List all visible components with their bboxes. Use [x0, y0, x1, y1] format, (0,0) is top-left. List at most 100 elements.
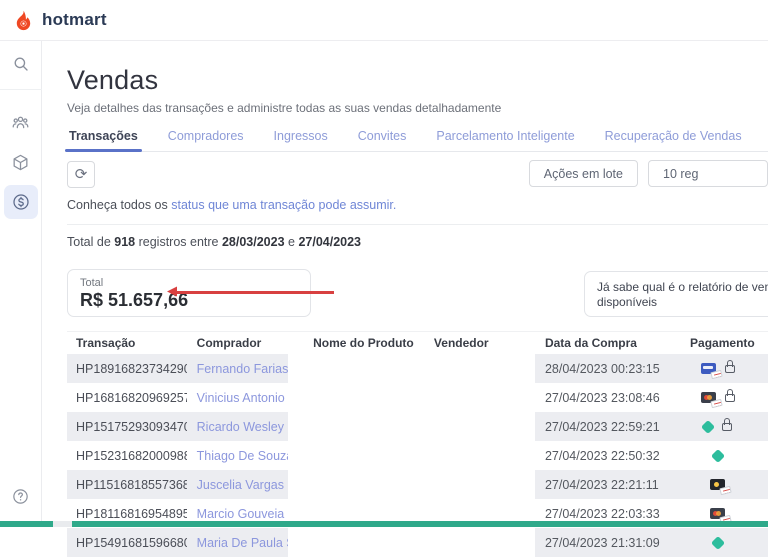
tab-convites[interactable]: Convites — [356, 125, 409, 151]
sidebar — [0, 41, 42, 527]
product-cell — [288, 528, 419, 557]
col-header-produto: Nome do Produto — [288, 332, 419, 354]
boleto-icon — [719, 486, 731, 495]
table-header-row: Transação Comprador Nome do Produto Vend… — [67, 331, 768, 354]
col-header-pagamento: Pagamento — [670, 332, 768, 354]
purchase-date: 27/04/2023 22:50:32 — [535, 441, 670, 470]
page-subtitle: Veja detalhes das transações e administr… — [67, 101, 768, 115]
transaction-id: HP16816820969257 — [67, 383, 187, 412]
lock-icon — [725, 365, 735, 373]
seller-cell — [419, 528, 535, 557]
report-promo-card[interactable]: Já sabe qual é o relatório de vendas ide… — [584, 271, 768, 317]
transaction-id: HP11516818557368 — [67, 470, 187, 499]
per-page-dropdown[interactable]: 10 reg — [648, 160, 768, 187]
hotmart-logo[interactable]: hotmart — [12, 9, 107, 32]
buyer-link[interactable]: Maria De Paula Santos — [197, 536, 288, 550]
col-header-data: Data da Compra — [535, 332, 670, 354]
question-circle-icon — [11, 487, 30, 506]
sidebar-item-search[interactable] — [4, 47, 38, 81]
tab-recuperacao[interactable]: Recuperação de Vendas — [603, 125, 744, 151]
buyer-link[interactable]: Juscelia Vargas Garcia — [197, 478, 288, 492]
tab-ingressos[interactable]: Ingressos — [272, 125, 330, 151]
sidebar-item-help[interactable] — [4, 479, 38, 513]
boleto-icon — [710, 370, 722, 379]
transaction-id: HP18916823734290 — [67, 354, 187, 383]
seller-cell — [419, 470, 535, 499]
status-help-prefix: Conheça todos os — [67, 198, 171, 212]
tab-compradores[interactable]: Compradores — [166, 125, 246, 151]
purchase-date: 27/04/2023 22:59:21 — [535, 412, 670, 441]
cube-icon — [11, 153, 30, 172]
pix-icon — [701, 419, 715, 433]
buyer-link[interactable]: Thiago De Souza Brito — [197, 449, 288, 463]
product-cell — [288, 441, 419, 470]
summary-count: 918 — [114, 235, 135, 249]
divider — [67, 224, 768, 225]
summary-prefix: Total de — [67, 235, 114, 249]
status-link[interactable]: status que uma transação pode assumir. — [171, 198, 396, 212]
lock-icon — [722, 423, 732, 431]
product-cell — [288, 354, 419, 383]
table-row[interactable]: HP154916815966803 Maria De Paula Santos … — [67, 528, 768, 557]
summary-connector: e — [285, 235, 299, 249]
records-summary: Total de 918 registros entre 28/03/2023 … — [67, 235, 768, 249]
sidebar-divider — [0, 89, 42, 90]
flame-icon — [12, 9, 35, 32]
tab-parcelamento[interactable]: Parcelamento Inteligente — [434, 125, 576, 151]
dollar-circle-icon — [11, 192, 31, 212]
lock-icon — [725, 394, 735, 402]
brand-name: hotmart — [42, 10, 107, 30]
topbar: hotmart — [0, 0, 768, 41]
refresh-button[interactable]: ⟳ — [67, 161, 95, 188]
status-help-line: Conheça todos os status que uma transaçã… — [67, 198, 768, 212]
buyer-link[interactable]: Fernando Farias — [197, 362, 288, 376]
purchase-date: 27/04/2023 23:08:46 — [535, 383, 670, 412]
cards-row: Total R$ 51.657,66 Já sabe qual é o rela… — [67, 269, 768, 317]
table-row[interactable]: HP152316820009888 Thiago De Souza Brito … — [67, 441, 768, 470]
table-row[interactable]: HP16816820969257 Vinicius Antonio Godoy … — [67, 383, 768, 412]
table-row[interactable]: HP151752930934704 Ricardo Wesley Souza 2… — [67, 412, 768, 441]
col-header-comprador: Comprador — [187, 332, 288, 354]
summary-start-date: 28/03/2023 — [222, 235, 285, 249]
table-row[interactable]: HP18916823734290 Fernando Farias 28/04/2… — [67, 354, 768, 383]
sidebar-item-sales[interactable] — [4, 185, 38, 219]
purchase-date: 27/04/2023 21:31:09 — [535, 528, 670, 557]
pix-icon — [710, 448, 724, 462]
seller-cell — [419, 441, 535, 470]
seller-cell — [419, 383, 535, 412]
red-arrow-annotation — [171, 291, 334, 294]
table-row[interactable]: HP11516818557368 Juscelia Vargas Garcia … — [67, 470, 768, 499]
transaction-id: HP151752930934704 — [67, 412, 187, 441]
tab-bar: Transações Compradores Ingressos Convite… — [67, 125, 768, 152]
card-mastercard-icon — [710, 508, 725, 519]
search-icon — [12, 55, 30, 73]
sidebar-item-products[interactable] — [4, 145, 38, 179]
summary-end-date: 27/04/2023 — [298, 235, 361, 249]
transaction-id: HP152316820009888 — [67, 441, 187, 470]
buyer-link[interactable]: Vinicius Antonio Godoy — [197, 391, 288, 405]
buyer-link[interactable]: Marcio Gouveia — [197, 507, 285, 521]
scrollbar-thumb[interactable] — [72, 521, 768, 527]
seller-cell — [419, 412, 535, 441]
seller-cell — [419, 354, 535, 383]
purchase-date: 27/04/2023 22:21:11 — [535, 470, 670, 499]
sidebar-item-audience[interactable] — [4, 105, 38, 139]
card-elo-icon — [710, 479, 725, 490]
transaction-id: HP154916815966803 — [67, 528, 187, 557]
summary-middle: registros entre — [135, 235, 222, 249]
purchase-date: 28/04/2023 00:23:15 — [535, 354, 670, 383]
scrollbar-thumb[interactable] — [0, 521, 53, 527]
product-cell — [288, 412, 419, 441]
bulk-actions-button[interactable]: Ações em lote — [529, 160, 638, 187]
col-header-transacao: Transação — [67, 332, 187, 354]
people-icon — [11, 113, 30, 132]
col-header-vendedor: Vendedor — [419, 332, 535, 354]
tab-transacoes[interactable]: Transações — [67, 125, 140, 151]
horizontal-scrollbar[interactable] — [0, 521, 768, 527]
pix-icon — [710, 535, 724, 549]
refresh-icon: ⟳ — [75, 165, 88, 183]
product-cell — [288, 383, 419, 412]
page-title: Vendas — [67, 65, 768, 96]
total-card-label: Total — [80, 277, 298, 289]
buyer-link[interactable]: Ricardo Wesley Souza — [197, 420, 288, 434]
